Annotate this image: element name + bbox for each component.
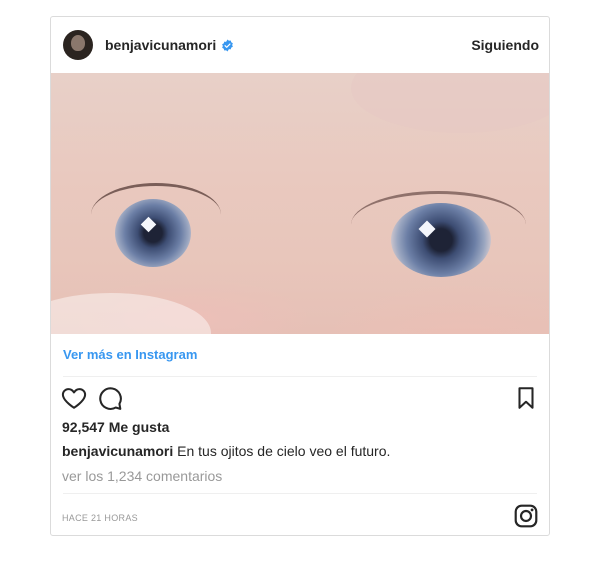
instagram-embed-card: benjavicunamori Siguiendo Ver más en Ins… xyxy=(50,16,550,536)
divider xyxy=(63,376,537,377)
post-caption: benjavicunamori En tus ojitos de cielo v… xyxy=(62,443,390,459)
comment-icon[interactable] xyxy=(97,385,123,411)
bookmark-icon[interactable] xyxy=(513,385,539,411)
view-more-instagram-link[interactable]: Ver más en Instagram xyxy=(63,347,197,362)
left-eye xyxy=(115,199,191,267)
verified-badge-icon xyxy=(222,39,234,51)
view-comments-link[interactable]: ver los 1,234 comentarios xyxy=(62,468,222,484)
avatar[interactable] xyxy=(63,30,93,60)
caption-username[interactable]: benjavicunamori xyxy=(62,443,173,459)
post-timestamp[interactable]: HACE 21 HORAS xyxy=(62,513,138,523)
caption-text: En tus ojitos de cielo veo el futuro. xyxy=(177,443,391,459)
heart-icon[interactable] xyxy=(61,385,87,411)
header-username[interactable]: benjavicunamori xyxy=(105,37,216,53)
instagram-logo-icon[interactable] xyxy=(513,503,539,529)
right-eye xyxy=(391,203,491,277)
post-header: benjavicunamori Siguiendo xyxy=(51,17,549,73)
divider xyxy=(63,493,537,494)
action-bar xyxy=(61,385,539,411)
post-image[interactable] xyxy=(51,73,549,334)
like-count[interactable]: 92,547 Me gusta xyxy=(62,419,169,435)
following-button[interactable]: Siguiendo xyxy=(471,37,539,53)
